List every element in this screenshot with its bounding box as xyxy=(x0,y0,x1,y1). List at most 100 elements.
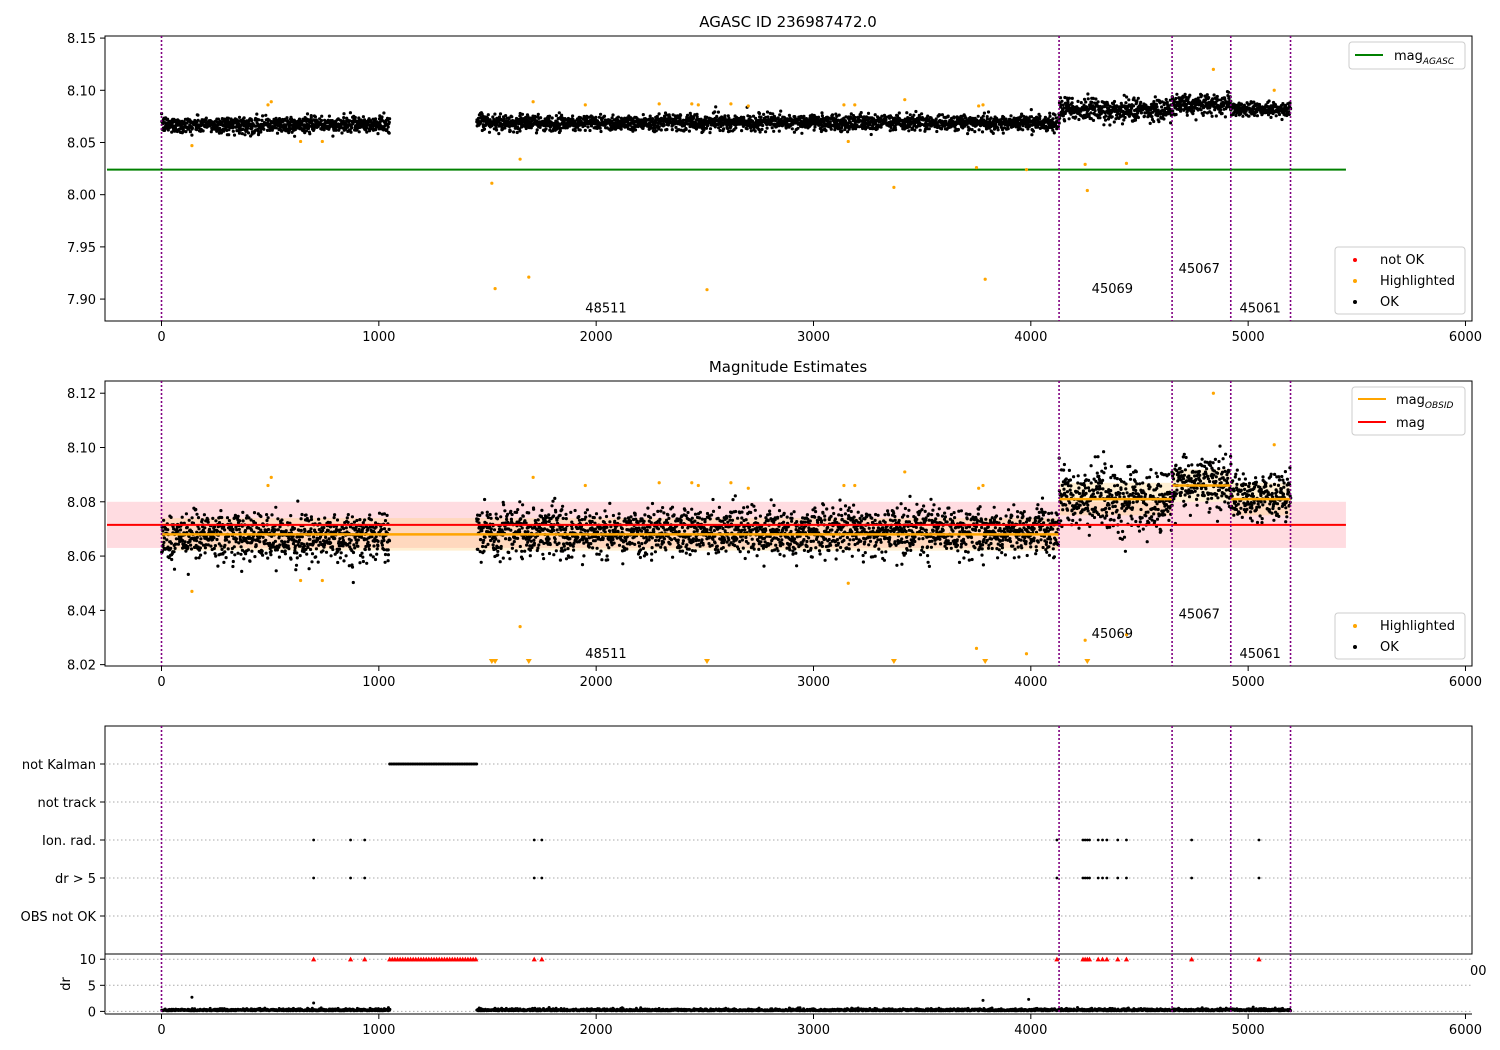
dr-gt5-point xyxy=(1105,876,1109,880)
dr-outlier-point xyxy=(190,995,194,999)
highlighted-point xyxy=(298,578,303,583)
dr-clipped-marker xyxy=(1115,956,1121,962)
highlighted-point xyxy=(983,277,987,281)
highlighted-point xyxy=(690,102,694,106)
legend-label-not-ok: not OK xyxy=(1380,253,1425,268)
dr-clipped-marker xyxy=(311,956,317,962)
highlighted-point xyxy=(190,589,194,593)
ion-rad-point xyxy=(1190,838,1194,842)
dr-points xyxy=(160,1005,1293,1013)
obsid-label: 48511 xyxy=(585,647,626,662)
highlighted-point xyxy=(690,481,694,485)
dr-gt5-point xyxy=(1125,876,1128,880)
ion-rad-point xyxy=(1101,838,1104,842)
dr-outlier-point xyxy=(981,998,985,1002)
highlighted-point xyxy=(974,165,979,170)
magnitude-estimates-panel: Magnitude Estimates 0 1000 2000 3000 4000 500… xyxy=(67,358,1482,690)
flags-panel: not Kalman not track Ion. rad. dr > 5 OBS no… xyxy=(21,725,1473,955)
x-tick-label: 1000 xyxy=(362,330,395,345)
x-tick-label: 2000 xyxy=(580,330,613,345)
obsid-label: 45061 xyxy=(1239,302,1280,317)
highlighted-point xyxy=(746,104,750,108)
legend-label-highlighted: Highlighted xyxy=(1380,619,1455,634)
flag-category-label: dr > 5 xyxy=(55,872,96,887)
dr-gt5-point xyxy=(1101,876,1104,880)
highlighted-point xyxy=(977,104,981,108)
dr-outlier-point xyxy=(1027,997,1031,1001)
highlighted-point xyxy=(266,483,270,488)
dr-gt5-point xyxy=(1088,876,1091,880)
ion-rad-point xyxy=(312,838,316,842)
dr-gt5-point xyxy=(540,876,544,880)
y-tick-label: 8.00 xyxy=(67,189,96,204)
x-tick-label: 3000 xyxy=(797,1023,830,1038)
highlighted-point xyxy=(1211,67,1215,72)
highlighted-point xyxy=(903,98,907,102)
x-tick-label: 3000 xyxy=(797,330,830,345)
ion-rad-point xyxy=(1055,838,1059,842)
highlighted-point xyxy=(729,481,733,485)
dr-gt5-point xyxy=(1096,876,1100,880)
legend-label-mag: mag xyxy=(1396,416,1425,431)
highlighted-point xyxy=(1024,652,1029,656)
highlighted-point xyxy=(531,475,535,479)
panel1-title: AGASC ID 236987472.0 xyxy=(699,13,877,31)
ion-rad-point xyxy=(349,838,352,842)
highlighted-point xyxy=(657,481,661,485)
ion-rad-point xyxy=(532,838,536,842)
highlighted-point xyxy=(493,287,497,291)
ion-rad-point xyxy=(1096,838,1100,842)
ion-rad-point xyxy=(1105,838,1109,842)
ion-rad-point xyxy=(540,838,544,842)
obsid-label: 45067 xyxy=(1179,608,1220,623)
panel2-title: Magnitude Estimates xyxy=(709,358,867,376)
y-tick-label: 8.15 xyxy=(67,32,96,47)
highlighted-point xyxy=(490,181,494,185)
dr-outlier-point xyxy=(312,1001,316,1005)
y-tick-label: 8.02 xyxy=(67,659,96,674)
x-tick-label: 5000 xyxy=(1232,675,1265,690)
x-tick-label: 1000 xyxy=(362,1023,395,1038)
ion-rad-point xyxy=(363,838,367,842)
obsid-label: 48511 xyxy=(585,302,626,317)
y-tick-label: 8.10 xyxy=(67,442,96,457)
flag-category-label: OBS not OK xyxy=(21,910,97,925)
dr-gt5-point xyxy=(363,876,367,880)
highlighted-point xyxy=(853,103,857,107)
obsid-label: 45069 xyxy=(1092,282,1133,297)
y-tick-label: 8.06 xyxy=(67,550,96,565)
dr-clipped-marker xyxy=(1099,956,1106,962)
dr-gt5-point xyxy=(1190,876,1194,880)
dr-clipped-marker xyxy=(1123,956,1130,962)
highlighted-point xyxy=(853,483,857,488)
highlighted-point xyxy=(1211,391,1215,395)
dr-panel: dr 00 0 1000 2000 3000 4000 5000 6000 0 5 10 xyxy=(59,953,1487,1038)
x-tick-label: 2000 xyxy=(580,675,613,690)
y-tick-label: 7.95 xyxy=(67,241,96,256)
ion-rad-point xyxy=(1088,838,1091,842)
dr-clipped-marker xyxy=(1095,956,1101,962)
x-tick-label: 0 xyxy=(157,330,165,345)
highlighted-point xyxy=(705,288,709,292)
ion-rad-point xyxy=(1257,838,1261,842)
panel4-ylabel: dr xyxy=(59,977,74,991)
flag-category-label: not track xyxy=(37,796,96,811)
legend-label-ok: OK xyxy=(1380,640,1399,655)
flag-category-label: not Kalman xyxy=(22,758,96,773)
agasc-magnitude-panel: AGASC ID 236987472.0 0 1000 2000 3000 4000 50… xyxy=(67,13,1482,345)
obsid-label: 45067 xyxy=(1179,262,1220,277)
x-tick-label: 0 xyxy=(157,1023,165,1038)
y-tick-label: 8.12 xyxy=(67,387,96,402)
x-tick-label: 6000 xyxy=(1449,675,1482,690)
highlighted-point xyxy=(518,625,522,629)
highlighted-point xyxy=(696,103,700,107)
highlighted-point xyxy=(842,103,846,107)
dr-clipped-marker xyxy=(362,956,368,962)
highlighted-point xyxy=(1085,188,1089,193)
highlighted-point xyxy=(266,103,270,107)
obsid-label: 45061 xyxy=(1239,647,1280,662)
dr-clipped-marker xyxy=(539,956,545,962)
dr-gt5-point xyxy=(349,876,352,880)
obsid-label: 45069 xyxy=(1092,627,1133,642)
dr-clipped-marker xyxy=(347,956,354,962)
